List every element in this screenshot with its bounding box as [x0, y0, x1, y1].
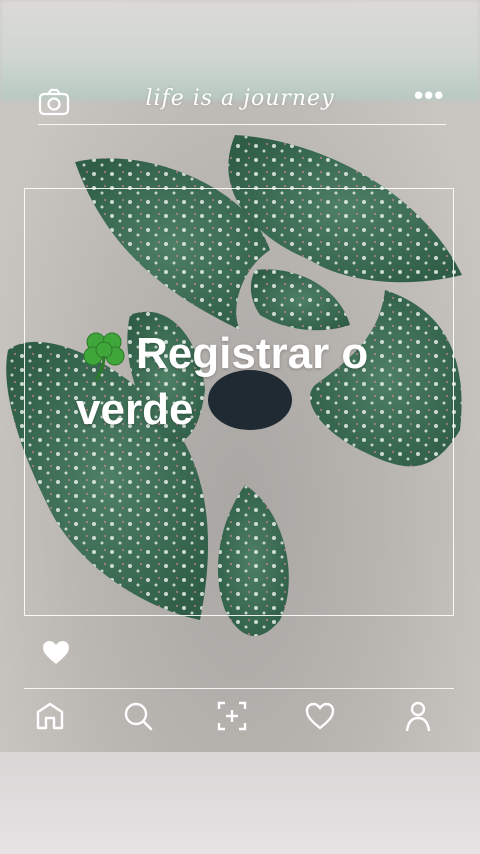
add-post-icon[interactable] — [216, 700, 248, 732]
activity-heart-icon[interactable] — [304, 700, 336, 732]
bottom-nav — [0, 700, 480, 736]
more-options-icon[interactable]: ••• — [414, 80, 444, 111]
app-title: life is a journey — [145, 86, 335, 111]
bottom-blur-band — [0, 752, 480, 854]
home-icon[interactable] — [34, 700, 66, 732]
heart-icon[interactable] — [42, 640, 70, 666]
search-icon[interactable] — [122, 700, 154, 732]
bottom-divider — [24, 688, 454, 689]
top-bar: life is a journey ••• — [0, 80, 480, 124]
clover-icon — [83, 332, 125, 381]
profile-icon[interactable] — [402, 700, 434, 732]
top-divider — [38, 124, 446, 125]
post-caption: Registrar o verde — [76, 326, 436, 438]
